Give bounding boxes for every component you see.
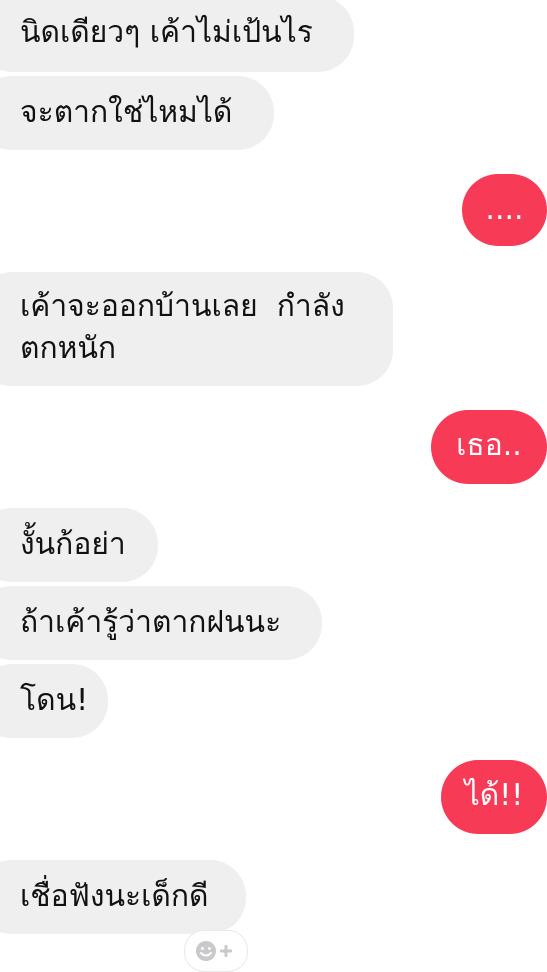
add-reaction-icon (196, 941, 232, 961)
incoming-message[interactable]: ถ้าเค้ารู้ว่าตากฝนนะ (0, 586, 322, 660)
incoming-message[interactable]: จะตากใช่ไหมได้ (0, 76, 274, 150)
incoming-message[interactable]: โดน! (0, 664, 108, 738)
outgoing-message[interactable]: ได้!! (441, 760, 547, 834)
incoming-message[interactable]: นิดเดียวๆ เค้าไม่เป้นไร (0, 0, 354, 72)
incoming-message[interactable]: งั้นก้อย่า (0, 508, 158, 582)
outgoing-message[interactable]: เธอ.. (431, 410, 547, 484)
outgoing-message[interactable]: .... (462, 174, 547, 246)
incoming-message[interactable]: เชื่อฟังนะเด็กดี (0, 860, 246, 934)
incoming-message[interactable]: เค้าจะออกบ้านเลย กำลัง ตกหนัก (0, 272, 393, 386)
add-reaction-button[interactable] (184, 930, 248, 972)
